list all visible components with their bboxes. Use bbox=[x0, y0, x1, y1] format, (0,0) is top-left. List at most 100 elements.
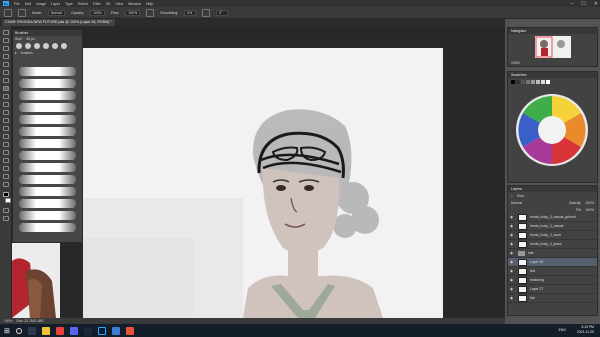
windows-start-icon[interactable]: ⊞ bbox=[4, 327, 10, 335]
foreground-color-swatch[interactable] bbox=[3, 192, 9, 197]
chrome-icon[interactable] bbox=[55, 326, 64, 335]
brush-stroke-preview[interactable] bbox=[19, 175, 76, 184]
brush-stroke-preview[interactable] bbox=[19, 91, 76, 100]
hand-tool-icon[interactable] bbox=[3, 174, 9, 179]
layer-row-selected[interactable]: ◉ Layer 28 bbox=[508, 258, 597, 267]
menu-window[interactable]: Window bbox=[128, 2, 141, 6]
type-tool-icon[interactable] bbox=[3, 150, 9, 155]
menu-type[interactable]: Type bbox=[65, 2, 73, 6]
layer-row[interactable]: ◉ Layer 27 bbox=[508, 285, 597, 294]
layer-row[interactable]: ◉ mutching bbox=[508, 276, 597, 285]
mode-select[interactable]: Normal bbox=[48, 9, 65, 16]
swatch[interactable] bbox=[526, 80, 530, 84]
dodge-tool-icon[interactable] bbox=[3, 134, 9, 139]
layer-opacity-field[interactable]: 100% bbox=[585, 201, 597, 205]
move-tool-icon[interactable] bbox=[3, 30, 9, 35]
task-view-icon[interactable] bbox=[27, 326, 36, 335]
visibility-eye-icon[interactable]: ◉ bbox=[510, 215, 515, 219]
rectangle-tool-icon[interactable] bbox=[3, 166, 9, 171]
home-icon[interactable] bbox=[4, 8, 12, 17]
brush-stroke-preview[interactable] bbox=[19, 163, 76, 172]
document-tab[interactable]: CHAR: RHONDA NEW FUTURE.psd @ 100% (Laye… bbox=[2, 19, 115, 26]
brush-stroke-preview[interactable] bbox=[19, 199, 76, 208]
language-indicator[interactable]: ENG bbox=[559, 328, 566, 332]
navigator-zoom[interactable]: 100% bbox=[508, 61, 597, 65]
brush-stroke-preview[interactable] bbox=[19, 79, 76, 88]
quick-select-tool-icon[interactable] bbox=[3, 54, 9, 59]
healing-brush-tool-icon[interactable] bbox=[3, 78, 9, 83]
angle-field[interactable]: 0° bbox=[216, 9, 229, 16]
swatch[interactable] bbox=[511, 80, 515, 84]
layer-row[interactable]: ◉ flat bbox=[508, 294, 597, 303]
menu-3d[interactable]: 3D bbox=[106, 2, 111, 6]
brush-preset-2[interactable] bbox=[25, 43, 31, 49]
visibility-eye-icon[interactable]: ◉ bbox=[510, 278, 515, 282]
quick-mask-icon[interactable] bbox=[3, 208, 9, 213]
brush-stroke-preview[interactable] bbox=[19, 115, 76, 124]
opacity-field[interactable]: 100% bbox=[90, 9, 105, 16]
obs-icon[interactable] bbox=[125, 326, 134, 335]
visibility-eye-icon[interactable]: ◉ bbox=[510, 242, 515, 246]
layer-row[interactable]: ◉ line bbox=[508, 267, 597, 276]
layer-row[interactable]: ◉ rhnda_body_3_worn bbox=[508, 231, 597, 240]
layer-row[interactable]: ◉ rhnda_body_3_casual_grdnnd bbox=[508, 213, 597, 222]
document-canvas[interactable] bbox=[83, 48, 443, 318]
smoothing-field[interactable]: 0% bbox=[184, 9, 197, 16]
fill-field[interactable]: 100% bbox=[585, 208, 597, 212]
marquee-tool-icon[interactable] bbox=[3, 38, 9, 43]
visibility-eye-icon[interactable]: ◉ bbox=[510, 251, 515, 255]
menu-select[interactable]: Select bbox=[78, 2, 88, 6]
app-icon[interactable] bbox=[111, 326, 120, 335]
file-explorer-icon[interactable] bbox=[41, 326, 50, 335]
flow-field[interactable]: 100% bbox=[125, 9, 141, 16]
eyedropper-tool-icon[interactable] bbox=[3, 70, 9, 75]
navigator-preview[interactable] bbox=[508, 34, 597, 60]
brush-folder-row[interactable]: ▸ brushes bbox=[13, 50, 82, 56]
menu-view[interactable]: View bbox=[115, 2, 123, 6]
status-zoom[interactable]: 100% bbox=[4, 319, 13, 323]
menu-filter[interactable]: Filter bbox=[93, 2, 101, 6]
layer-row[interactable]: ◉ rhnda_body_3_casual bbox=[508, 222, 597, 231]
menu-layer[interactable]: Layer bbox=[51, 2, 60, 6]
brush-stroke-preview[interactable] bbox=[19, 187, 76, 196]
steam-icon[interactable] bbox=[83, 326, 92, 335]
layer-group-row[interactable]: ◉ hair bbox=[508, 249, 597, 258]
eraser-tool-icon[interactable] bbox=[3, 110, 9, 115]
brush-stroke-preview[interactable] bbox=[19, 151, 76, 160]
brush-stroke-preview[interactable] bbox=[19, 211, 76, 220]
clock[interactable]: 3:10 PM 2021-11-29 bbox=[577, 325, 594, 335]
background-color-swatch[interactable] bbox=[5, 198, 11, 203]
discord-icon[interactable] bbox=[69, 326, 78, 335]
brush-stroke-preview[interactable] bbox=[19, 67, 76, 76]
brush-preset-6[interactable] bbox=[61, 43, 67, 49]
visibility-eye-icon[interactable]: ◉ bbox=[510, 287, 515, 291]
brush-preset-1[interactable] bbox=[16, 43, 22, 49]
blur-tool-icon[interactable] bbox=[3, 126, 9, 131]
path-select-tool-icon[interactable] bbox=[3, 158, 9, 163]
screen-mode-icon[interactable] bbox=[3, 216, 9, 221]
crop-tool-icon[interactable] bbox=[3, 62, 9, 67]
layer-row[interactable]: ◉ rhnda_body_3_jeans bbox=[508, 240, 597, 249]
brush-stroke-preview[interactable] bbox=[19, 127, 76, 136]
close-icon[interactable]: ✕ bbox=[594, 1, 598, 7]
visibility-eye-icon[interactable]: ◉ bbox=[510, 224, 515, 228]
menu-image[interactable]: Image bbox=[36, 2, 46, 6]
visibility-eye-icon[interactable]: ◉ bbox=[510, 296, 515, 300]
gradient-tool-icon[interactable] bbox=[3, 118, 9, 123]
brush-tool-icon[interactable] bbox=[3, 86, 9, 91]
lasso-tool-icon[interactable] bbox=[3, 46, 9, 51]
brush-preset-4[interactable] bbox=[43, 43, 49, 49]
photoshop-taskbar-icon[interactable] bbox=[97, 326, 106, 335]
brush-size-value[interactable]: 60 px bbox=[27, 37, 35, 41]
brush-preset-3[interactable] bbox=[34, 43, 40, 49]
visibility-eye-icon[interactable]: ◉ bbox=[510, 269, 515, 273]
minimize-icon[interactable]: – bbox=[571, 1, 574, 7]
swatch[interactable] bbox=[536, 80, 540, 84]
menu-help[interactable]: Help bbox=[146, 2, 153, 6]
pen-tool-icon[interactable] bbox=[3, 142, 9, 147]
brush-stroke-preview[interactable] bbox=[19, 223, 76, 232]
airbrush-icon[interactable] bbox=[146, 8, 155, 17]
history-brush-tool-icon[interactable] bbox=[3, 102, 9, 107]
search-icon[interactable] bbox=[15, 327, 22, 334]
brush-stroke-preview[interactable] bbox=[19, 103, 76, 112]
